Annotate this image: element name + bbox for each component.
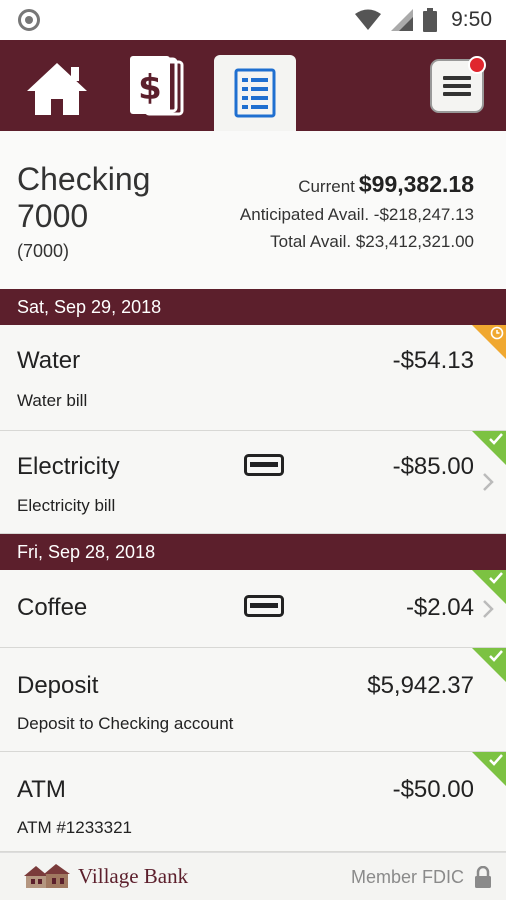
card-icon: [244, 595, 284, 617]
status-bar: 9:50: [0, 0, 506, 40]
transaction-row[interactable]: Coffee -$2.04: [0, 570, 506, 648]
current-balance-value: $99,382.18: [358, 171, 474, 197]
transaction-row[interactable]: Deposit Deposit to Checking account $5,9…: [0, 648, 506, 752]
top-nav: $: [0, 40, 506, 131]
total-available-balance: Total Avail. $23,412,321.00: [270, 232, 474, 251]
anticipated-balance: Anticipated Avail. -$218,247.13: [239, 205, 474, 224]
transaction-description: Deposit to Checking account: [17, 714, 234, 733]
chevron-right-icon: [483, 473, 494, 491]
transaction-title: Coffee: [17, 594, 88, 621]
transaction-row[interactable]: Water Water bill -$54.13: [0, 325, 506, 431]
transaction-description: Electricity bill: [17, 496, 116, 515]
fdic-label: Member FDIC: [350, 867, 464, 887]
transaction-amount: $5,942.37: [367, 672, 474, 699]
account-summary: Checking 7000 (7000) Current $99,382.18 A…: [0, 131, 506, 289]
register-icon: [234, 68, 276, 118]
check-icon: [489, 572, 503, 584]
transaction-description: Water bill: [17, 391, 88, 410]
clock: 9:50: [451, 8, 492, 31]
signal-icon: [391, 9, 414, 31]
transaction-title: Deposit: [17, 672, 99, 699]
date-header: Sat, Sep 29, 2018: [0, 289, 506, 325]
clock-icon: [490, 326, 504, 340]
notification-dot-icon: [18, 9, 40, 31]
account-number: (7000): [17, 241, 70, 261]
card-icon: [244, 454, 284, 476]
bank-building-icon: [24, 864, 70, 888]
transaction-row[interactable]: Electricity Electricity bill -$85.00: [0, 431, 506, 534]
transfers-tab[interactable]: $: [124, 54, 188, 120]
lock-icon: [475, 866, 491, 888]
current-balance: Current $99,382.18: [298, 171, 474, 198]
account-name: Checking 7000: [17, 161, 151, 234]
check-icon: [489, 433, 503, 445]
transaction-title: Electricity: [17, 453, 120, 480]
bank-name: Village Bank: [78, 863, 189, 888]
transaction-description: ATM #1233321: [17, 818, 132, 837]
transaction-amount: -$2.04: [405, 594, 474, 621]
footer: Village Bank Member FDIC: [0, 852, 506, 900]
transaction-amount: -$54.13: [392, 347, 474, 374]
home-tab[interactable]: [22, 58, 92, 120]
bank-logo: Village Bank: [22, 862, 188, 890]
transaction-amount: -$85.00: [392, 453, 474, 480]
chevron-right-icon: [483, 600, 494, 618]
dollar-bill-icon: $: [130, 56, 184, 116]
transaction-amount: -$50.00: [392, 776, 474, 803]
check-icon: [489, 754, 503, 766]
wifi-icon: [355, 9, 382, 30]
check-icon: [489, 650, 503, 662]
date-header: Fri, Sep 28, 2018: [0, 534, 506, 570]
svg-text:$: $: [138, 68, 162, 108]
transaction-title: ATM: [17, 776, 66, 803]
accounts-tab[interactable]: [214, 55, 296, 131]
notification-badge: [468, 56, 486, 74]
transaction-title: Water: [17, 347, 81, 374]
current-balance-label: Current: [298, 177, 355, 196]
home-icon: [27, 63, 87, 115]
menu-button[interactable]: [428, 56, 486, 114]
transaction-row[interactable]: ATM ATM #1233321 -$50.00: [0, 752, 506, 852]
battery-icon: [423, 8, 438, 32]
